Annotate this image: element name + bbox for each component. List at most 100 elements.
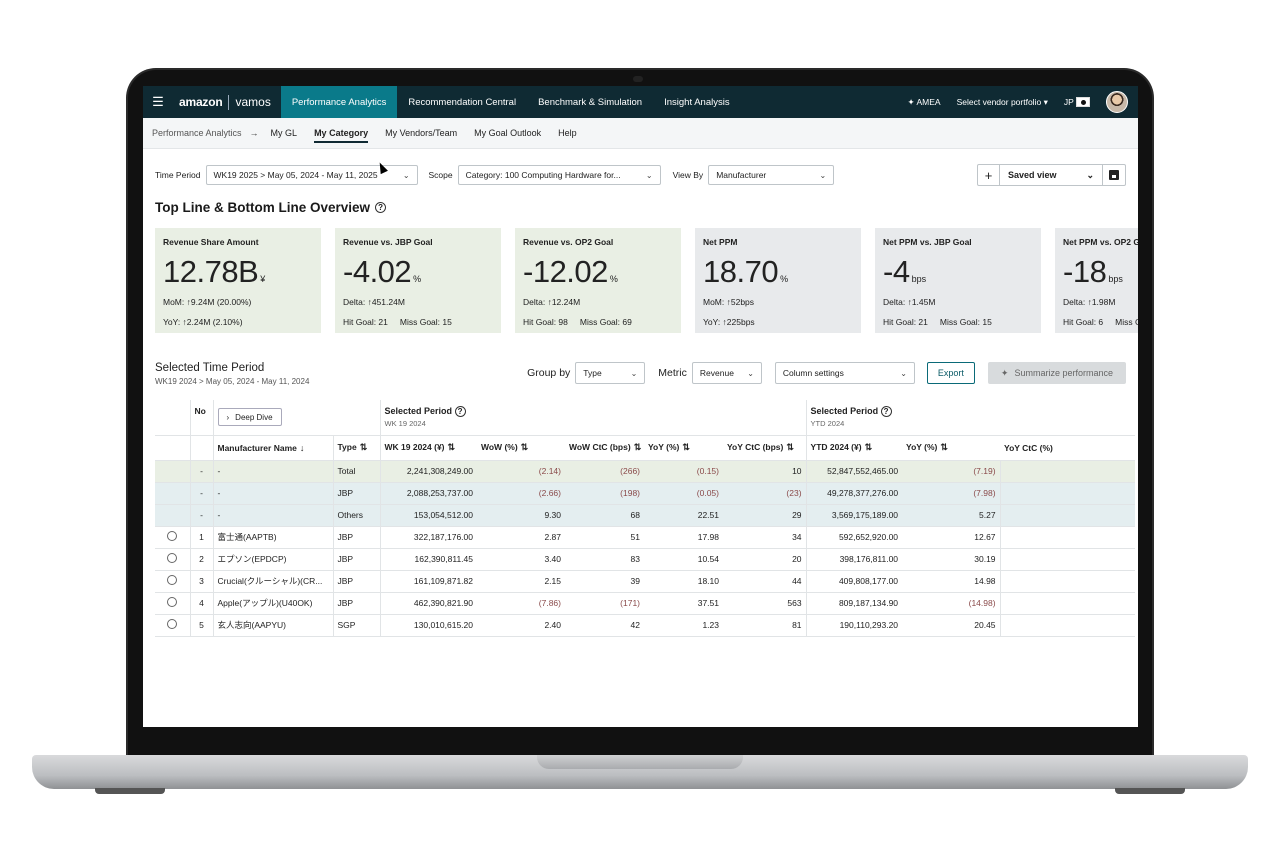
subnav-my-gl[interactable]: My GL <box>271 118 298 148</box>
header-yoy[interactable]: YoY (%) ⇅ <box>644 435 723 461</box>
logo-amazon: amazon <box>179 95 223 109</box>
language-selector[interactable]: JP <box>1064 97 1090 108</box>
row-no: 5 <box>189 614 213 637</box>
header-wow-ctc[interactable]: WoW CtC (bps) ⇅ <box>565 435 644 461</box>
row-ytd-yoy: (14.98) <box>902 592 1001 615</box>
header-blank <box>155 400 190 436</box>
header-wk[interactable]: WK 19 2024 (¥) ⇅ <box>379 435 477 461</box>
column-settings-label: Column settings <box>782 368 844 378</box>
header-ytd-yoy-ctc[interactable]: YoY CtC (%) <box>1000 435 1136 461</box>
table-row[interactable]: 2 エプソン(EPDCP) JBP 162,390,811.45 3.40 83 10.54… <box>155 548 1136 571</box>
scope-select[interactable]: Category: 100 Computing Hardware for... ⌄ <box>457 165 661 185</box>
row-radio[interactable] <box>167 619 178 629</box>
column-settings-select[interactable]: Column settings ⌄ <box>774 362 915 384</box>
kpi-goals: Hit Goal: 98 Miss Goal: 69 <box>523 317 673 327</box>
row-wk: 2,241,308,249.00 <box>379 460 477 483</box>
metric-select[interactable]: Revenue ⌄ <box>691 362 762 384</box>
view-by-select[interactable]: Manufacturer ⌄ <box>708 165 835 185</box>
row-select[interactable] <box>155 570 190 593</box>
row-wow-ctc: 83 <box>565 548 644 571</box>
row-radio[interactable] <box>167 575 178 585</box>
chevron-down-icon: ⌄ <box>900 368 907 378</box>
nav-tab-insight-analysis[interactable]: Insight Analysis <box>653 86 740 118</box>
header-wow[interactable]: WoW (%) ⇅ <box>477 435 565 461</box>
row-select[interactable] <box>155 548 190 571</box>
row-manufacturer: 富士通(AAPTB) <box>212 526 333 549</box>
deep-dive-button[interactable]: › Deep Dive <box>217 408 282 427</box>
kpi-card-revenue-share[interactable]: Revenue Share Amount 12.78B ¥ MoM: ↑9.24M… <box>155 228 321 333</box>
row-ytd-yoy: 5.27 <box>902 504 1001 527</box>
row-yoy: (0.15) <box>644 460 723 483</box>
row-select[interactable] <box>155 526 190 549</box>
table-row[interactable]: - - Others 153,054,512.00 9.30 68 22.51 29 3,569… <box>155 504 1136 527</box>
arrow-right-icon: → <box>249 128 259 138</box>
kpi-card-revenue-op2[interactable]: Revenue vs. OP2 Goal -12.02% Delta: ↑12.… <box>515 228 681 333</box>
header-manufacturer[interactable]: Manufacturer Name ↓ <box>212 435 333 461</box>
row-select[interactable] <box>155 504 190 527</box>
nav-tab-recommendation-central[interactable]: Recommendation Central <box>397 86 527 118</box>
group-by-select[interactable]: Type ⌄ <box>575 362 646 384</box>
row-type: JBP <box>332 526 380 549</box>
kpi-card-net-ppm-jbp[interactable]: Net PPM vs. JBP Goal -4 bps Delta: ↑1.45M… <box>875 228 1041 333</box>
row-radio[interactable] <box>167 597 178 607</box>
kpi-title: Revenue vs. OP2 Goal <box>523 237 614 247</box>
logo[interactable]: amazon vamos <box>173 86 281 118</box>
row-yoy-ctc: 10 <box>723 460 807 483</box>
row-select[interactable] <box>155 460 190 483</box>
row-select[interactable] <box>155 482 190 505</box>
kpi-card-net-ppm-op2[interactable]: Net PPM vs. OP2 Goal -18bps Delta: ↑1.98… <box>1055 228 1138 333</box>
header-ytd-yoy[interactable]: YoY (%) ⇅ <box>902 435 1001 461</box>
table-row[interactable]: 5 玄人志向(AAPYU) SGP 130,010,615.20 2.40 42 1.23 8… <box>155 614 1136 637</box>
avatar[interactable] <box>1106 91 1128 113</box>
header-type[interactable]: Type ⇅ <box>332 435 380 461</box>
kpi-card-net-ppm[interactable]: Net PPM 18.70% MoM: ↑52bps YoY: ↑225bps <box>695 228 861 333</box>
chevron-down-icon: ⌄ <box>819 170 827 180</box>
row-radio[interactable] <box>167 531 178 541</box>
help-icon[interactable]: ? <box>375 202 387 213</box>
table-row[interactable]: - - Total 2,241,308,249.00 (2.14) (266) (0.15)… <box>155 460 1136 483</box>
row-no: 1 <box>189 526 213 549</box>
subnav-my-goal-outlook[interactable]: My Goal Outlook <box>474 118 541 148</box>
subnav-my-vendors-team[interactable]: My Vendors/Team <box>385 118 457 148</box>
kpi-unit: % <box>780 274 789 284</box>
export-button[interactable]: Export <box>926 362 975 384</box>
table-row[interactable]: 1 富士通(AAPTB) JBP 322,187,176.00 2.87 51 17.98 3… <box>155 526 1136 549</box>
help-icon[interactable]: ? <box>880 406 892 418</box>
row-select[interactable] <box>155 592 190 615</box>
row-type: Others <box>332 504 380 527</box>
summarize-performance-button[interactable]: ✦ Summarize performance <box>987 362 1126 384</box>
portfolio-selector[interactable]: Select vendor portfolio ▾ <box>957 97 1048 108</box>
saved-view-select[interactable]: Saved view ⌄ <box>1000 165 1103 185</box>
row-ytd-yoy-ctc <box>999 482 1136 505</box>
subnav-my-category[interactable]: My Category <box>314 118 369 148</box>
row-ytd: 190,110,293.20 <box>805 614 903 637</box>
menu-icon[interactable]: ☰ <box>143 94 173 110</box>
row-wow-ctc: (266) <box>565 460 644 483</box>
header-yoy-ctc[interactable]: YoY CtC (bps) ⇅ <box>723 435 807 461</box>
row-radio[interactable] <box>167 553 178 563</box>
breadcrumb[interactable]: Performance Analytics <box>152 128 242 138</box>
help-icon[interactable]: ? <box>454 406 466 418</box>
save-view-button[interactable] <box>1103 165 1125 185</box>
table-row[interactable]: 4 Apple(アップル)(U40OK) JBP 462,390,821.90 (7.8… <box>155 592 1136 615</box>
nav-tab-benchmark-simulation[interactable]: Benchmark & Simulation <box>527 86 653 118</box>
row-yoy-ctc: 44 <box>723 570 807 593</box>
table-group-header: No › Deep Dive Selected Period ? WK 19 20… <box>155 400 1136 436</box>
kpi-value: -18 bps <box>1063 254 1138 290</box>
nav-tab-performance-analytics[interactable]: Performance Analytics <box>280 86 398 118</box>
region-selector[interactable]: ✦ AMEA <box>907 97 940 108</box>
kpi-card-revenue-jbp[interactable]: Revenue vs. JBP Goal -4.02% Delta: ↑451.… <box>335 228 501 333</box>
row-yoy: 1.23 <box>644 614 723 637</box>
kpi-goals: Hit Goal: 21 Miss Goal: 15 <box>343 317 493 327</box>
group-title-text: Selected Period <box>384 406 453 417</box>
table-row[interactable]: 3 Crucial(クルーシャル)(CR... JBP 161,109,871.82 2… <box>155 570 1136 593</box>
add-view-button[interactable]: + <box>978 165 1000 185</box>
kpi-unit: bps <box>911 274 927 284</box>
kpi-miss-goal: Miss Goal: 15 <box>939 317 992 327</box>
row-select[interactable] <box>155 614 190 637</box>
table-row[interactable]: - - JBP 2,088,253,737.00 (2.66) (198) (0.05) (2… <box>155 482 1136 505</box>
table-column-header: Manufacturer Name ↓ Type ⇅ WK 19 2024 (¥) ⇅… <box>155 435 1136 461</box>
subnav-help[interactable]: Help <box>558 118 577 148</box>
sub-nav: Performance Analytics → My GL My Categor… <box>143 118 1138 149</box>
header-ytd[interactable]: YTD 2024 (¥) ⇅ <box>805 435 903 461</box>
